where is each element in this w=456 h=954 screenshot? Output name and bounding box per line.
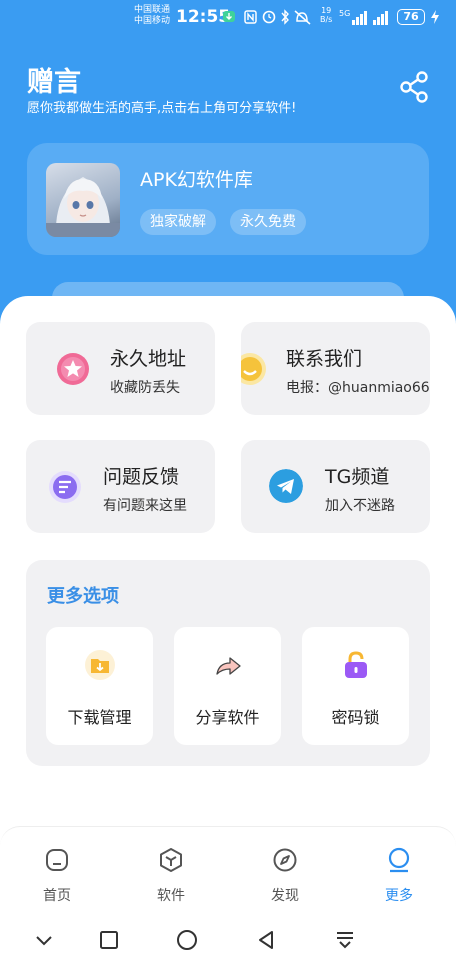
tab-label: 更多: [385, 888, 413, 904]
card-permanent-address[interactable]: 永久地址 收藏防丢失: [26, 322, 215, 415]
back-button[interactable]: [254, 928, 278, 952]
option-label: 分享软件: [195, 708, 260, 727]
status-bar: 中国联通 中国移动 12:55 19 B/s 5G 76: [0, 0, 456, 34]
tab-label: 首页: [43, 888, 71, 904]
smile-icon: [241, 353, 266, 385]
home-button[interactable]: [175, 928, 199, 952]
option-download-manager[interactable]: 下载管理: [46, 627, 153, 745]
more-options-title: 更多选项: [47, 586, 119, 607]
card-subtitle: 有问题来这里: [103, 498, 187, 514]
carrier-labels: 中国联通 中国移动: [134, 5, 170, 27]
home-icon: [46, 849, 68, 871]
card-title: 联系我们: [286, 348, 363, 370]
page-subtitle: 愿你我都做生活的高手,点击右上角可分享软件!: [27, 101, 297, 116]
carrier-2: 中国移动: [134, 16, 171, 26]
card-subtitle: 收藏防丢失: [110, 380, 180, 396]
net-speed: 19 B/s: [320, 6, 332, 24]
carrier-1: 中国联通: [134, 5, 171, 15]
notification-pulldown-icon[interactable]: [333, 928, 357, 952]
app-profile-card[interactable]: APK幻软件库 独家破解 永久免费: [27, 143, 429, 255]
share-arrow-icon: [216, 657, 241, 675]
feedback-icon: [49, 471, 81, 503]
charging-icon: [431, 10, 439, 24]
tag-free: 永久免费: [230, 209, 306, 235]
tag-cracked: 独家破解: [140, 209, 216, 235]
card-subtitle: 加入不迷路: [325, 498, 395, 514]
share-icon[interactable]: [398, 70, 432, 104]
card-title: 问题反馈: [103, 466, 180, 488]
option-label: 密码锁: [331, 708, 380, 727]
signal-icon: [352, 11, 388, 25]
card-tg-channel[interactable]: TG频道 加入不迷路: [241, 440, 430, 533]
speed-unit: B/s: [320, 15, 333, 24]
recents-button[interactable]: [97, 928, 121, 952]
battery-indicator: 76: [397, 9, 425, 25]
card-title: 永久地址: [110, 348, 187, 370]
box-icon: [160, 848, 182, 872]
avatar: [46, 163, 120, 237]
lock-icon: [345, 651, 367, 678]
compass-icon: [273, 848, 297, 872]
tab-home[interactable]: 首页: [0, 827, 114, 917]
more-options-panel: 更多选项 下载管理 分享软件 密码锁: [26, 560, 430, 766]
option-share-software[interactable]: 分享软件: [174, 627, 281, 745]
card-feedback[interactable]: 问题反馈 有问题来这里: [26, 440, 215, 533]
app-name: APK幻软件库: [140, 169, 253, 191]
tab-label: 发现: [271, 888, 299, 904]
option-label: 下载管理: [67, 708, 132, 727]
bluetooth-icon: [281, 9, 289, 25]
card-contact-us[interactable]: 联系我们 电报：@huanmiao66: [241, 322, 430, 415]
page-title: 赠言: [27, 67, 81, 98]
tab-label: 软件: [157, 888, 185, 904]
system-nav-bar: [0, 916, 456, 954]
status-icons: [223, 9, 311, 25]
bottom-tab-bar: 首页 软件 发现 更多: [0, 826, 456, 916]
option-password-lock[interactable]: 密码锁: [302, 627, 409, 745]
star-icon: [57, 353, 89, 385]
tab-software[interactable]: 软件: [114, 827, 228, 917]
network-type: 5G: [339, 9, 351, 18]
speed-value: 19: [321, 6, 332, 15]
tab-more[interactable]: 更多: [342, 827, 456, 917]
more-icon: [388, 847, 410, 873]
card-title: TG频道: [325, 466, 390, 488]
download-folder-icon: [85, 650, 115, 680]
chevron-down-icon[interactable]: [32, 928, 56, 952]
card-subtitle: 电报：@huanmiao66: [286, 380, 430, 396]
tab-discover[interactable]: 发现: [228, 827, 342, 917]
telegram-icon: [269, 469, 303, 503]
